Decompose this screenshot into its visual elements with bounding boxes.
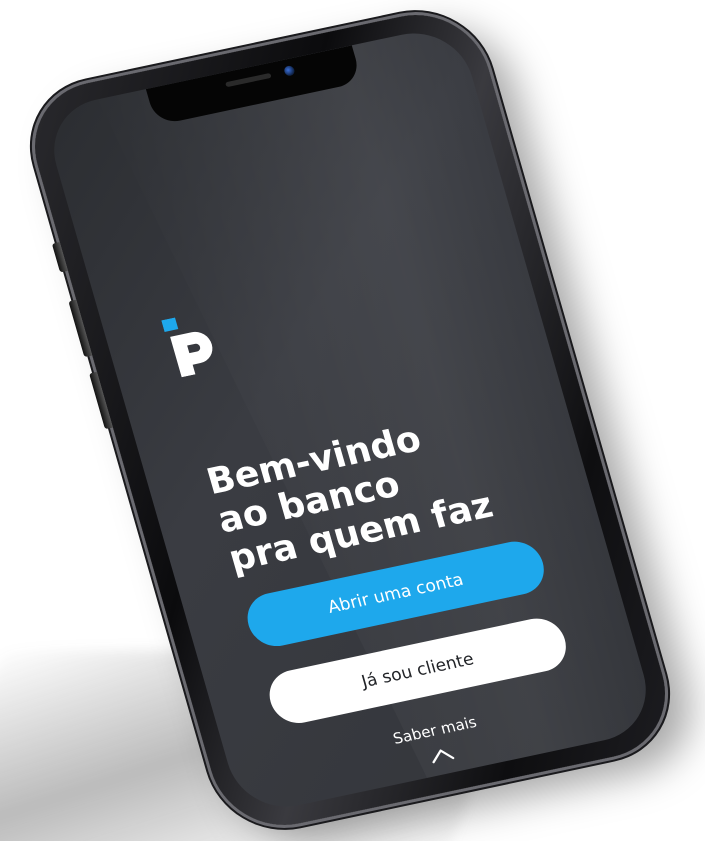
product-photo: Bem-vindo ao banco pra quem faz Abrir um… xyxy=(0,0,705,841)
front-camera-icon xyxy=(283,64,296,77)
speaker-grille xyxy=(225,72,272,88)
